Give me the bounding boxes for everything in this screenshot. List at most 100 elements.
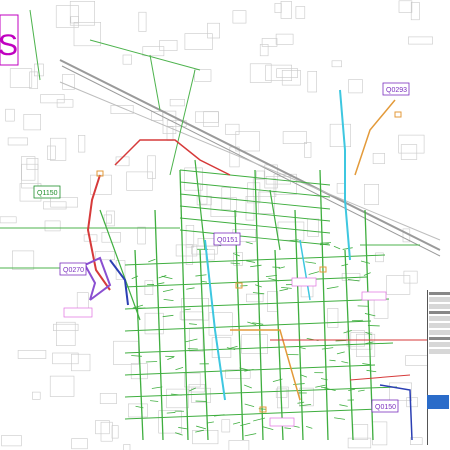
building-outline [276,68,298,78]
building-outline [185,225,195,248]
pipe-segment [315,384,326,388]
building-outline [44,220,61,232]
legend-row [429,316,450,321]
building-outline [232,10,247,24]
pipe-segment [329,359,336,362]
pipe-segment [178,427,188,430]
pipe-segment [333,245,341,250]
pipe-segment [196,425,207,430]
legend-row [429,342,450,347]
building-outline [398,0,413,13]
pipe-segment [281,287,292,289]
building-outline [56,99,74,108]
building-outline [71,438,88,450]
building-outline [5,108,15,122]
building-outline [327,308,339,328]
pipe-segment [131,275,139,280]
building-outline [386,275,411,295]
building-outline [398,134,425,154]
pipe-segment [341,361,349,364]
legend-row [429,323,450,328]
building-outline [331,60,342,68]
building-outline [275,33,294,45]
pipe-segment [124,342,394,354]
pipe-segment [297,401,305,404]
building-outline [181,298,210,321]
building-outline [9,68,33,88]
legend-row [429,349,450,354]
pipe-segment [230,262,241,265]
building-outline [210,197,237,217]
area-tag-Q0150[interactable]: Q0150 [371,399,399,413]
pipe-segment [186,287,195,290]
title-block-legend [427,290,450,445]
pipe-segment [274,249,284,441]
pipe-segment [154,209,164,441]
legend-row [429,311,450,314]
pipe-segment [250,264,262,268]
building-outline [194,69,212,82]
building-outline [49,375,75,397]
building-outline [128,403,148,418]
pipe-segment [161,275,173,280]
building-outline [50,197,79,208]
building-outline [50,137,67,161]
building-outline [410,1,420,21]
building-outline [406,397,418,408]
building-outline [329,123,352,147]
building-outline [126,171,153,191]
pipe-segment [244,433,257,437]
area-tag-Q1150[interactable]: Q1150 [33,185,61,199]
distribution-network [99,159,398,441]
building-outline [29,71,39,89]
building-outline [40,94,65,104]
pipe-segment [305,261,317,264]
building-outline [90,174,112,195]
building-outline [249,63,272,83]
pipe-segment [175,367,184,371]
building-outline [169,99,186,107]
pipe-segment [189,323,197,325]
pipe-segment [342,247,353,250]
building-outline [277,221,305,241]
building-outline [17,350,47,359]
pipe-segment [319,169,329,441]
building-outline [228,440,250,450]
pipe-segment [157,282,165,285]
building-outline [246,293,264,303]
building-outline [179,311,204,320]
building-outline [191,387,211,403]
building-outline [352,424,369,440]
area-tag-Q0270[interactable]: Q0270 [59,262,87,276]
legend-row [429,297,450,302]
building-outline [184,33,213,50]
area-tag-Q0151[interactable]: Q0151 [213,232,241,246]
pipe-segment [334,417,345,420]
legend-row [429,337,450,340]
building-outline [7,137,28,146]
network-map[interactable]: S Q0293 Q1150 Q0151 Q0270 Q0150 [0,0,450,450]
building-outline [295,6,306,19]
legend-row [429,330,450,335]
building-outline [159,39,178,51]
building-outline [341,273,361,281]
building-outline [100,421,113,442]
pipe-segment [166,412,176,414]
building-outline [307,218,320,237]
svg-text:Q1150: Q1150 [37,190,58,197]
svg-text:Q0150: Q0150 [375,404,396,411]
building-outline [138,11,147,32]
pipe-segment [279,288,289,292]
building-blocks [0,0,433,450]
building-outline [147,155,156,179]
pipe-segment [131,355,142,357]
building-outline [274,3,282,14]
pipe-segment [162,288,174,293]
pipe-segment [185,338,198,343]
building-outline [363,184,379,205]
building-outline [46,145,56,160]
pipe-segment [308,271,320,275]
area-tag-Q0293[interactable]: Q0293 [382,82,410,96]
pipe-segment [341,263,349,267]
building-outline [123,444,131,450]
